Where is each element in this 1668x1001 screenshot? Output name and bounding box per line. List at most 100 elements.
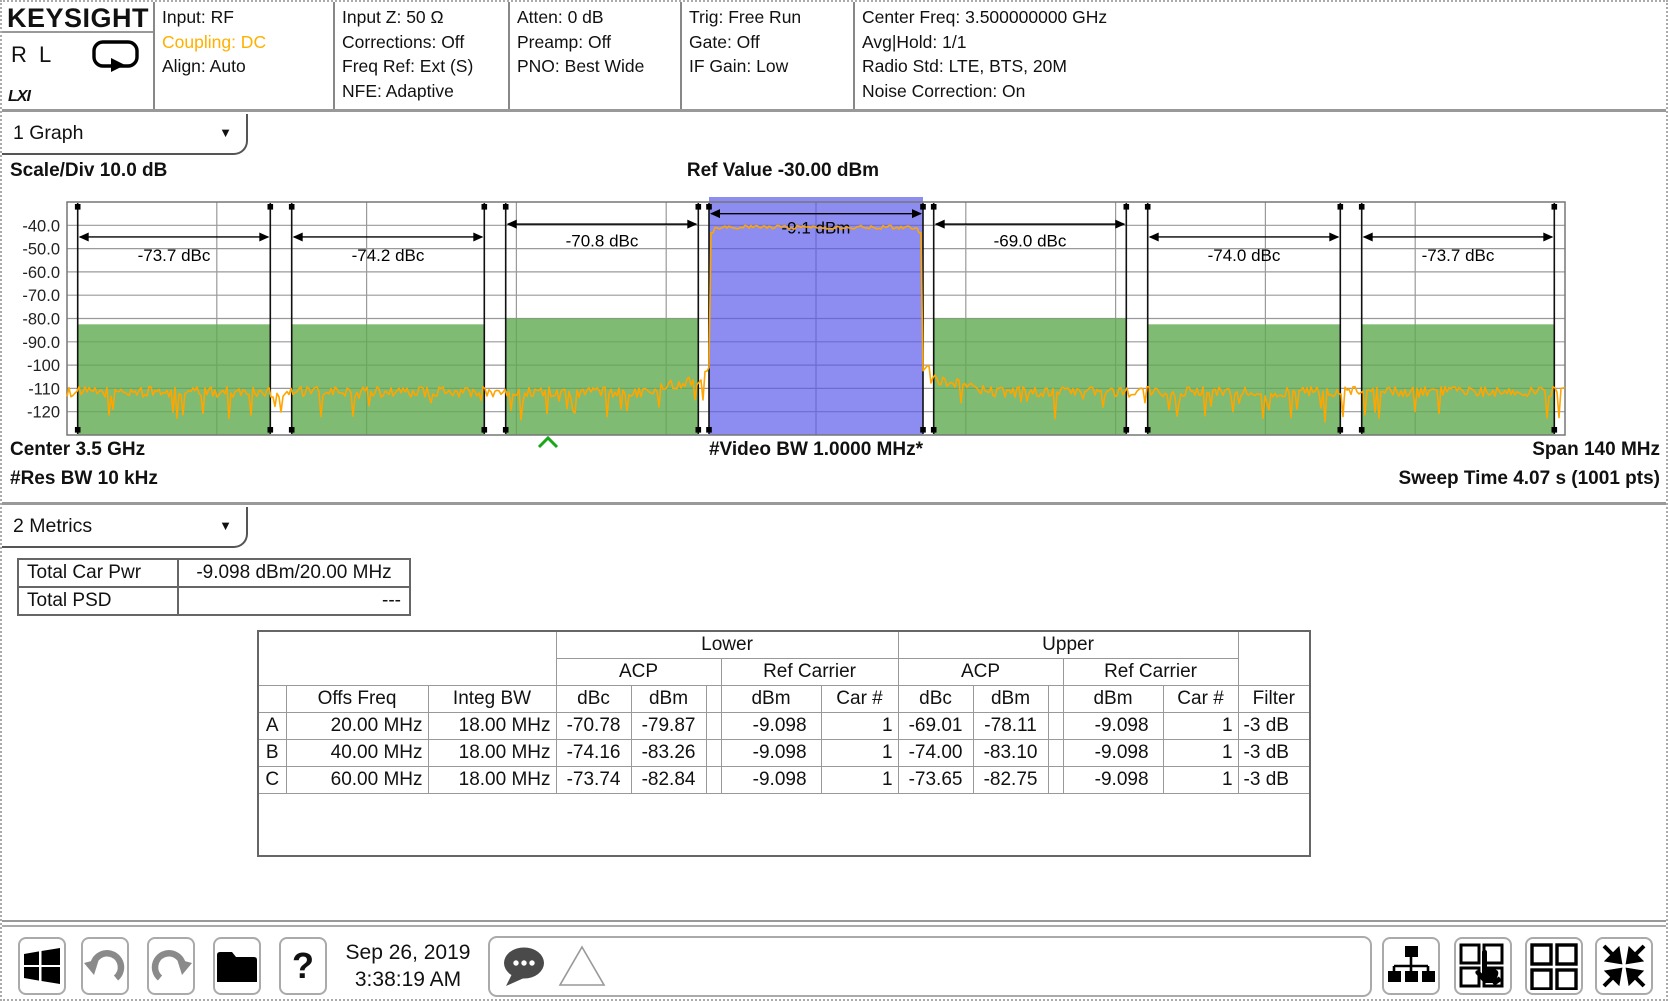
impedance-settings-column[interactable]: Input Z: 50 Ω Corrections: Off Freq Ref:… (335, 2, 510, 109)
keysight-logo-cell: KEYSIGHT R L LXI (2, 2, 155, 109)
col-ref-dbm: dBm (1063, 686, 1163, 713)
acp-row-B: B40.00 MHz18.00 MHz-74.16-83.26-9.0981-7… (258, 740, 1310, 767)
y-axis-tick: -110 (28, 380, 60, 398)
video-bw-readout[interactable]: #Video BW 1.0000 MHz* (566, 439, 1066, 461)
offset-region-fill (1148, 324, 1341, 435)
y-axis-tick: -100 (27, 357, 60, 375)
y-axis-tick: -120 (27, 404, 60, 422)
upper-acp-header: ACP (898, 659, 1063, 686)
undo-button[interactable] (81, 937, 129, 995)
acp-cell: 1 (821, 740, 898, 767)
table-row: Lower Upper (258, 631, 1310, 659)
input-settings-column[interactable]: Input: RF Coupling: DC Align: Auto (155, 2, 335, 109)
metrics-window-selector[interactable]: 2 Metrics ▼ (2, 507, 248, 548)
trigger-settings-column[interactable]: Trig: Free Run Gate: Off IF Gain: Low (682, 2, 855, 109)
acp-cell: -79.87 (631, 713, 706, 740)
acp-cell: B (258, 740, 286, 767)
acp-cell: 20.00 MHz (286, 713, 428, 740)
acp-cell: 18.00 MHz (428, 767, 556, 794)
acp-gap-cell (706, 713, 721, 740)
bottom-toolbar: ? Sep 26, 2019 3:38:19 AM (2, 925, 1668, 1001)
span-readout[interactable]: Span 140 MHz (1532, 439, 1660, 461)
y-axis-tick: -70.0 (22, 287, 60, 305)
acp-cell: 1 (821, 767, 898, 794)
continuous-sweep-icon (92, 39, 140, 73)
acp-gap-cell (706, 767, 721, 794)
acp-cell: 40.00 MHz (286, 740, 428, 767)
table-row: Offs Freq Integ BW dBc dBm dBm Car # dBc… (258, 686, 1310, 713)
windows-start-button[interactable] (18, 937, 66, 995)
upper-group-header: Upper (898, 631, 1238, 659)
offset-region-fill (1362, 324, 1555, 435)
acp-cell: -3 dB (1238, 767, 1310, 794)
table-row: Total Car Pwr -9.098 dBm/20.00 MHz (18, 559, 410, 587)
redo-button[interactable] (147, 937, 195, 995)
metrics-tab-label: 2 Metrics (13, 515, 92, 537)
screen-config-button[interactable] (1382, 937, 1440, 995)
acp-row-C: C60.00 MHz18.00 MHz-73.74-82.84-9.0981-7… (258, 767, 1310, 794)
acp-cell: 60.00 MHz (286, 767, 428, 794)
help-button[interactable]: ? (279, 937, 327, 995)
atten-readout: Atten: 0 dB (517, 5, 680, 30)
col-car: Car # (1163, 686, 1238, 713)
offset-region-fill (292, 324, 485, 435)
touch-grid-icon (1458, 942, 1508, 990)
scale-per-div-readout[interactable]: Scale/Div 10.0 dB (10, 160, 167, 182)
file-explorer-button[interactable] (213, 937, 261, 995)
acp-cell: -70.78 (556, 713, 631, 740)
window-layout-button[interactable] (1525, 937, 1583, 995)
freq-ref-readout: Freq Ref: Ext (S) (342, 54, 508, 79)
redo-icon (149, 944, 193, 988)
acp-cell: -82.75 (973, 767, 1048, 794)
total-psd-label: Total PSD (18, 587, 178, 615)
frequency-settings-column[interactable]: Center Freq: 3.500000000 GHz Avg|Hold: 1… (855, 2, 1666, 109)
windows-icon (22, 946, 62, 986)
acp-gap-cell (1048, 740, 1063, 767)
time-text: 3:38:19 AM (336, 966, 480, 993)
attenuation-settings-column[interactable]: Atten: 0 dB Preamp: Off PNO: Best Wide (510, 2, 682, 109)
y-axis-tick: -80.0 (22, 311, 60, 329)
y-axis-tick: -60.0 (22, 264, 60, 282)
coupling-readout: Coupling: DC (162, 30, 333, 55)
datetime-display[interactable]: Sep 26, 2019 3:38:19 AM (336, 939, 480, 993)
grid-2x2-icon (1529, 942, 1579, 990)
sweep-time-readout[interactable]: Sweep Time 4.07 s (1001 pts) (1398, 468, 1660, 490)
acp-gap-cell (1048, 713, 1063, 740)
acp-row-A: A20.00 MHz18.00 MHz-70.78-79.87-9.0981-6… (258, 713, 1310, 740)
spectrum-plot[interactable]: -40.0-50.0-60.0-70.0-80.0-90.0-100-110-1… (2, 185, 1668, 457)
lxi-logo: LXI (8, 88, 30, 106)
input-z-readout: Input Z: 50 Ω (342, 5, 508, 30)
corrections-readout: Corrections: Off (342, 30, 508, 55)
col-dbc: dBc (556, 686, 631, 713)
acp-cell: -9.098 (721, 767, 821, 794)
graph-window: 1 Graph ▼ Scale/Div 10.0 dB Ref Value -3… (2, 112, 1668, 505)
acp-cell: -83.26 (631, 740, 706, 767)
res-bw-readout[interactable]: #Res BW 10 kHz (10, 468, 158, 490)
col-car: Car # (821, 686, 898, 713)
message-bar[interactable] (488, 936, 1372, 997)
nfe-readout: NFE: Adaptive (342, 79, 508, 104)
gate-readout: Gate: Off (689, 30, 853, 55)
col-filter: Filter (1238, 686, 1310, 713)
acp-cell: -69.01 (898, 713, 973, 740)
touch-layout-button[interactable] (1454, 937, 1512, 995)
chat-bubble-icon[interactable] (500, 945, 550, 989)
center-freq-axis-readout[interactable]: Center 3.5 GHz (10, 439, 145, 461)
acp-cell: 18.00 MHz (428, 713, 556, 740)
collapse-view-button[interactable] (1595, 937, 1653, 995)
preamp-readout: Preamp: Off (517, 30, 680, 55)
alert-triangle-icon (556, 943, 608, 989)
lower-group-header: Lower (556, 631, 898, 659)
table-row: Total PSD --- (18, 587, 410, 615)
y-axis-tick: -50.0 (22, 241, 60, 259)
power-summary-table: Total Car Pwr -9.098 dBm/20.00 MHz Total… (17, 558, 411, 616)
col-offs-freq: Offs Freq (286, 686, 428, 713)
acp-cell: -3 dB (1238, 740, 1310, 767)
graph-window-selector[interactable]: 1 Graph ▼ (2, 114, 248, 155)
offset-region-fill (78, 324, 271, 435)
input-readout: Input: RF (162, 5, 333, 30)
acp-cell: -9.098 (1063, 740, 1163, 767)
y-axis-tick: -90.0 (22, 334, 60, 352)
ref-value-readout[interactable]: Ref Value -30.00 dBm (573, 160, 993, 182)
lower-acp-header: ACP (556, 659, 721, 686)
